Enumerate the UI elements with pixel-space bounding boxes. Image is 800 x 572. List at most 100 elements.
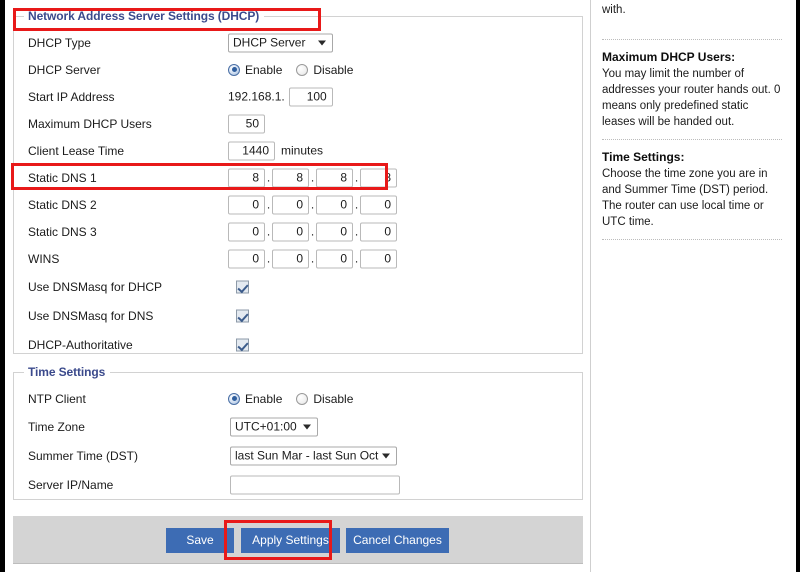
help-time-settings-block: Time Settings: Choose the time zone you … (602, 149, 782, 230)
radio-selected-icon (228, 63, 240, 76)
cancel-changes-button[interactable]: Cancel Changes (346, 528, 449, 553)
row-start-ip: Start IP Address 192.168.1. (14, 83, 582, 110)
dnsmasq-dns-checkbox[interactable] (236, 309, 249, 322)
radio-unselected-icon (296, 63, 309, 76)
static-dns-3-octet-3[interactable] (316, 222, 353, 241)
dhcp-type-select-wrap: DHCP Server (228, 33, 333, 52)
summer-time-label: Summer Time (DST) (28, 448, 139, 463)
ntp-client-enable-radio[interactable]: Enable (228, 392, 282, 406)
dhcp-server-radio-group: Enable Disable (228, 63, 367, 77)
dhcp-server-enable-radio[interactable]: Enable (228, 63, 282, 77)
octet-separator: . (310, 197, 315, 212)
dhcp-server-enable-label: Enable (245, 62, 283, 77)
static-dns-1-octet-4[interactable] (360, 168, 397, 187)
time-zone-label: Time Zone (28, 419, 85, 434)
static-dns-3-octet-2[interactable] (272, 222, 309, 241)
client-lease-time-label: Client Lease Time (28, 143, 125, 158)
static-dns-1-octet-1[interactable] (228, 168, 265, 187)
wins-octet-3[interactable] (316, 249, 353, 268)
ntp-client-enable-label: Enable (245, 391, 283, 406)
time-section-legend: Time Settings (24, 365, 111, 379)
max-dhcp-users-label: Maximum DHCP Users (28, 116, 152, 131)
row-client-lease-time: Client Lease Time minutes (14, 137, 582, 164)
help-time-settings-title: Time Settings: (602, 150, 685, 164)
help-divider (602, 139, 782, 140)
octet-separator: . (266, 224, 271, 239)
octet-separator: . (310, 251, 315, 266)
row-wins: WINS . . . (14, 245, 582, 272)
help-start-ip-block: The address you would like to start with… (602, 0, 782, 30)
radio-unselected-icon (296, 392, 309, 405)
dhcp-section-legend: Network Address Server Settings (DHCP) (24, 9, 265, 23)
start-ip-input[interactable] (288, 87, 333, 106)
client-lease-time-unit: minutes (281, 143, 324, 158)
server-ip-name-input[interactable] (230, 475, 400, 494)
max-dhcp-users-input[interactable] (228, 114, 265, 133)
summer-time-select[interactable]: last Sun Mar - last Sun Oct (230, 446, 397, 465)
row-static-dns-1: Static DNS 1 . . . (14, 164, 582, 191)
row-server-ip-name: Server IP/Name (14, 470, 582, 499)
row-ntp-client: NTP Client Enable Disable (14, 385, 582, 412)
row-static-dns-3: Static DNS 3 . . . (14, 218, 582, 245)
wins-label: WINS (28, 251, 60, 266)
static-dns-2-label: Static DNS 2 (28, 197, 97, 212)
time-zone-select-wrap: UTC+01:00 (230, 417, 318, 436)
static-dns-2-octet-4[interactable] (360, 195, 397, 214)
octet-separator: . (266, 197, 271, 212)
save-button[interactable]: Save (166, 528, 234, 553)
dhcp-type-label: DHCP Type (28, 35, 91, 50)
help-time-settings-text: Choose the time zone you are in and Summ… (602, 168, 769, 228)
static-dns-1-octet-3[interactable] (316, 168, 353, 187)
dhcp-authoritative-checkbox[interactable] (236, 338, 249, 351)
row-summer-time: Summer Time (DST) last Sun Mar - last Su… (14, 441, 582, 470)
static-dns-2-octet-1[interactable] (228, 195, 265, 214)
row-dhcp-server: DHCP Server Enable Disable (14, 56, 582, 83)
start-ip-prefix: 192.168.1. (228, 89, 285, 104)
dnsmasq-dhcp-label: Use DNSMasq for DHCP (28, 279, 163, 294)
static-dns-3-octet-4[interactable] (360, 222, 397, 241)
server-ip-name-label: Server IP/Name (28, 477, 114, 492)
client-lease-time-input[interactable] (228, 141, 275, 160)
wins-octet-2[interactable] (272, 249, 309, 268)
dnsmasq-dns-label: Use DNSMasq for DNS (28, 308, 154, 323)
help-sidebar: The address you would like to start with… (590, 0, 796, 572)
help-max-users-title: Maximum DHCP Users: (602, 50, 736, 64)
static-dns-2-octet-2[interactable] (272, 195, 309, 214)
octet-separator: . (354, 251, 359, 266)
wins-octet-1[interactable] (228, 249, 265, 268)
static-dns-2-octet-3[interactable] (316, 195, 353, 214)
ntp-client-radio-group: Enable Disable (228, 392, 367, 406)
wins-octet-4[interactable] (360, 249, 397, 268)
help-divider (602, 239, 782, 240)
ntp-client-disable-radio[interactable]: Disable (296, 392, 353, 406)
static-dns-3-label: Static DNS 3 (28, 224, 97, 239)
action-button-bar: Save Apply Settings Cancel Changes (13, 516, 583, 564)
dhcp-authoritative-label: DHCP-Authoritative (28, 337, 133, 352)
page-right-border (796, 0, 800, 572)
row-dhcp-type: DHCP Type DHCP Server (14, 29, 582, 56)
help-max-users-block: Maximum DHCP Users: You may limit the nu… (602, 49, 782, 130)
row-dhcp-authoritative: DHCP-Authoritative (14, 330, 582, 359)
time-settings-panel: Time Settings NTP Client Enable Disable (13, 365, 583, 500)
help-divider (602, 39, 782, 40)
row-dnsmasq-dhcp: Use DNSMasq for DHCP (14, 272, 582, 301)
dhcp-server-label: DHCP Server (28, 62, 101, 77)
time-zone-select[interactable]: UTC+01:00 (230, 417, 318, 436)
dhcp-server-disable-radio[interactable]: Disable (296, 63, 353, 77)
dhcp-settings-panel: Network Address Server Settings (DHCP) D… (13, 9, 583, 354)
row-time-zone: Time Zone UTC+01:00 (14, 412, 582, 441)
start-ip-label: Start IP Address (28, 89, 115, 104)
dhcp-server-disable-label: Disable (313, 62, 354, 77)
octet-separator: . (310, 224, 315, 239)
static-dns-1-octet-2[interactable] (272, 168, 309, 187)
apply-settings-button[interactable]: Apply Settings (241, 528, 340, 553)
octet-separator: . (354, 197, 359, 212)
octet-separator: . (354, 170, 359, 185)
ntp-client-label: NTP Client (28, 391, 86, 406)
summer-time-select-wrap: last Sun Mar - last Sun Oct (230, 446, 397, 465)
dhcp-type-select[interactable]: DHCP Server (228, 33, 333, 52)
help-max-users-text: You may limit the number of addresses yo… (602, 68, 781, 128)
static-dns-3-octet-1[interactable] (228, 222, 265, 241)
settings-column: Network Address Server Settings (DHCP) D… (5, 0, 590, 572)
dnsmasq-dhcp-checkbox[interactable] (236, 280, 249, 293)
